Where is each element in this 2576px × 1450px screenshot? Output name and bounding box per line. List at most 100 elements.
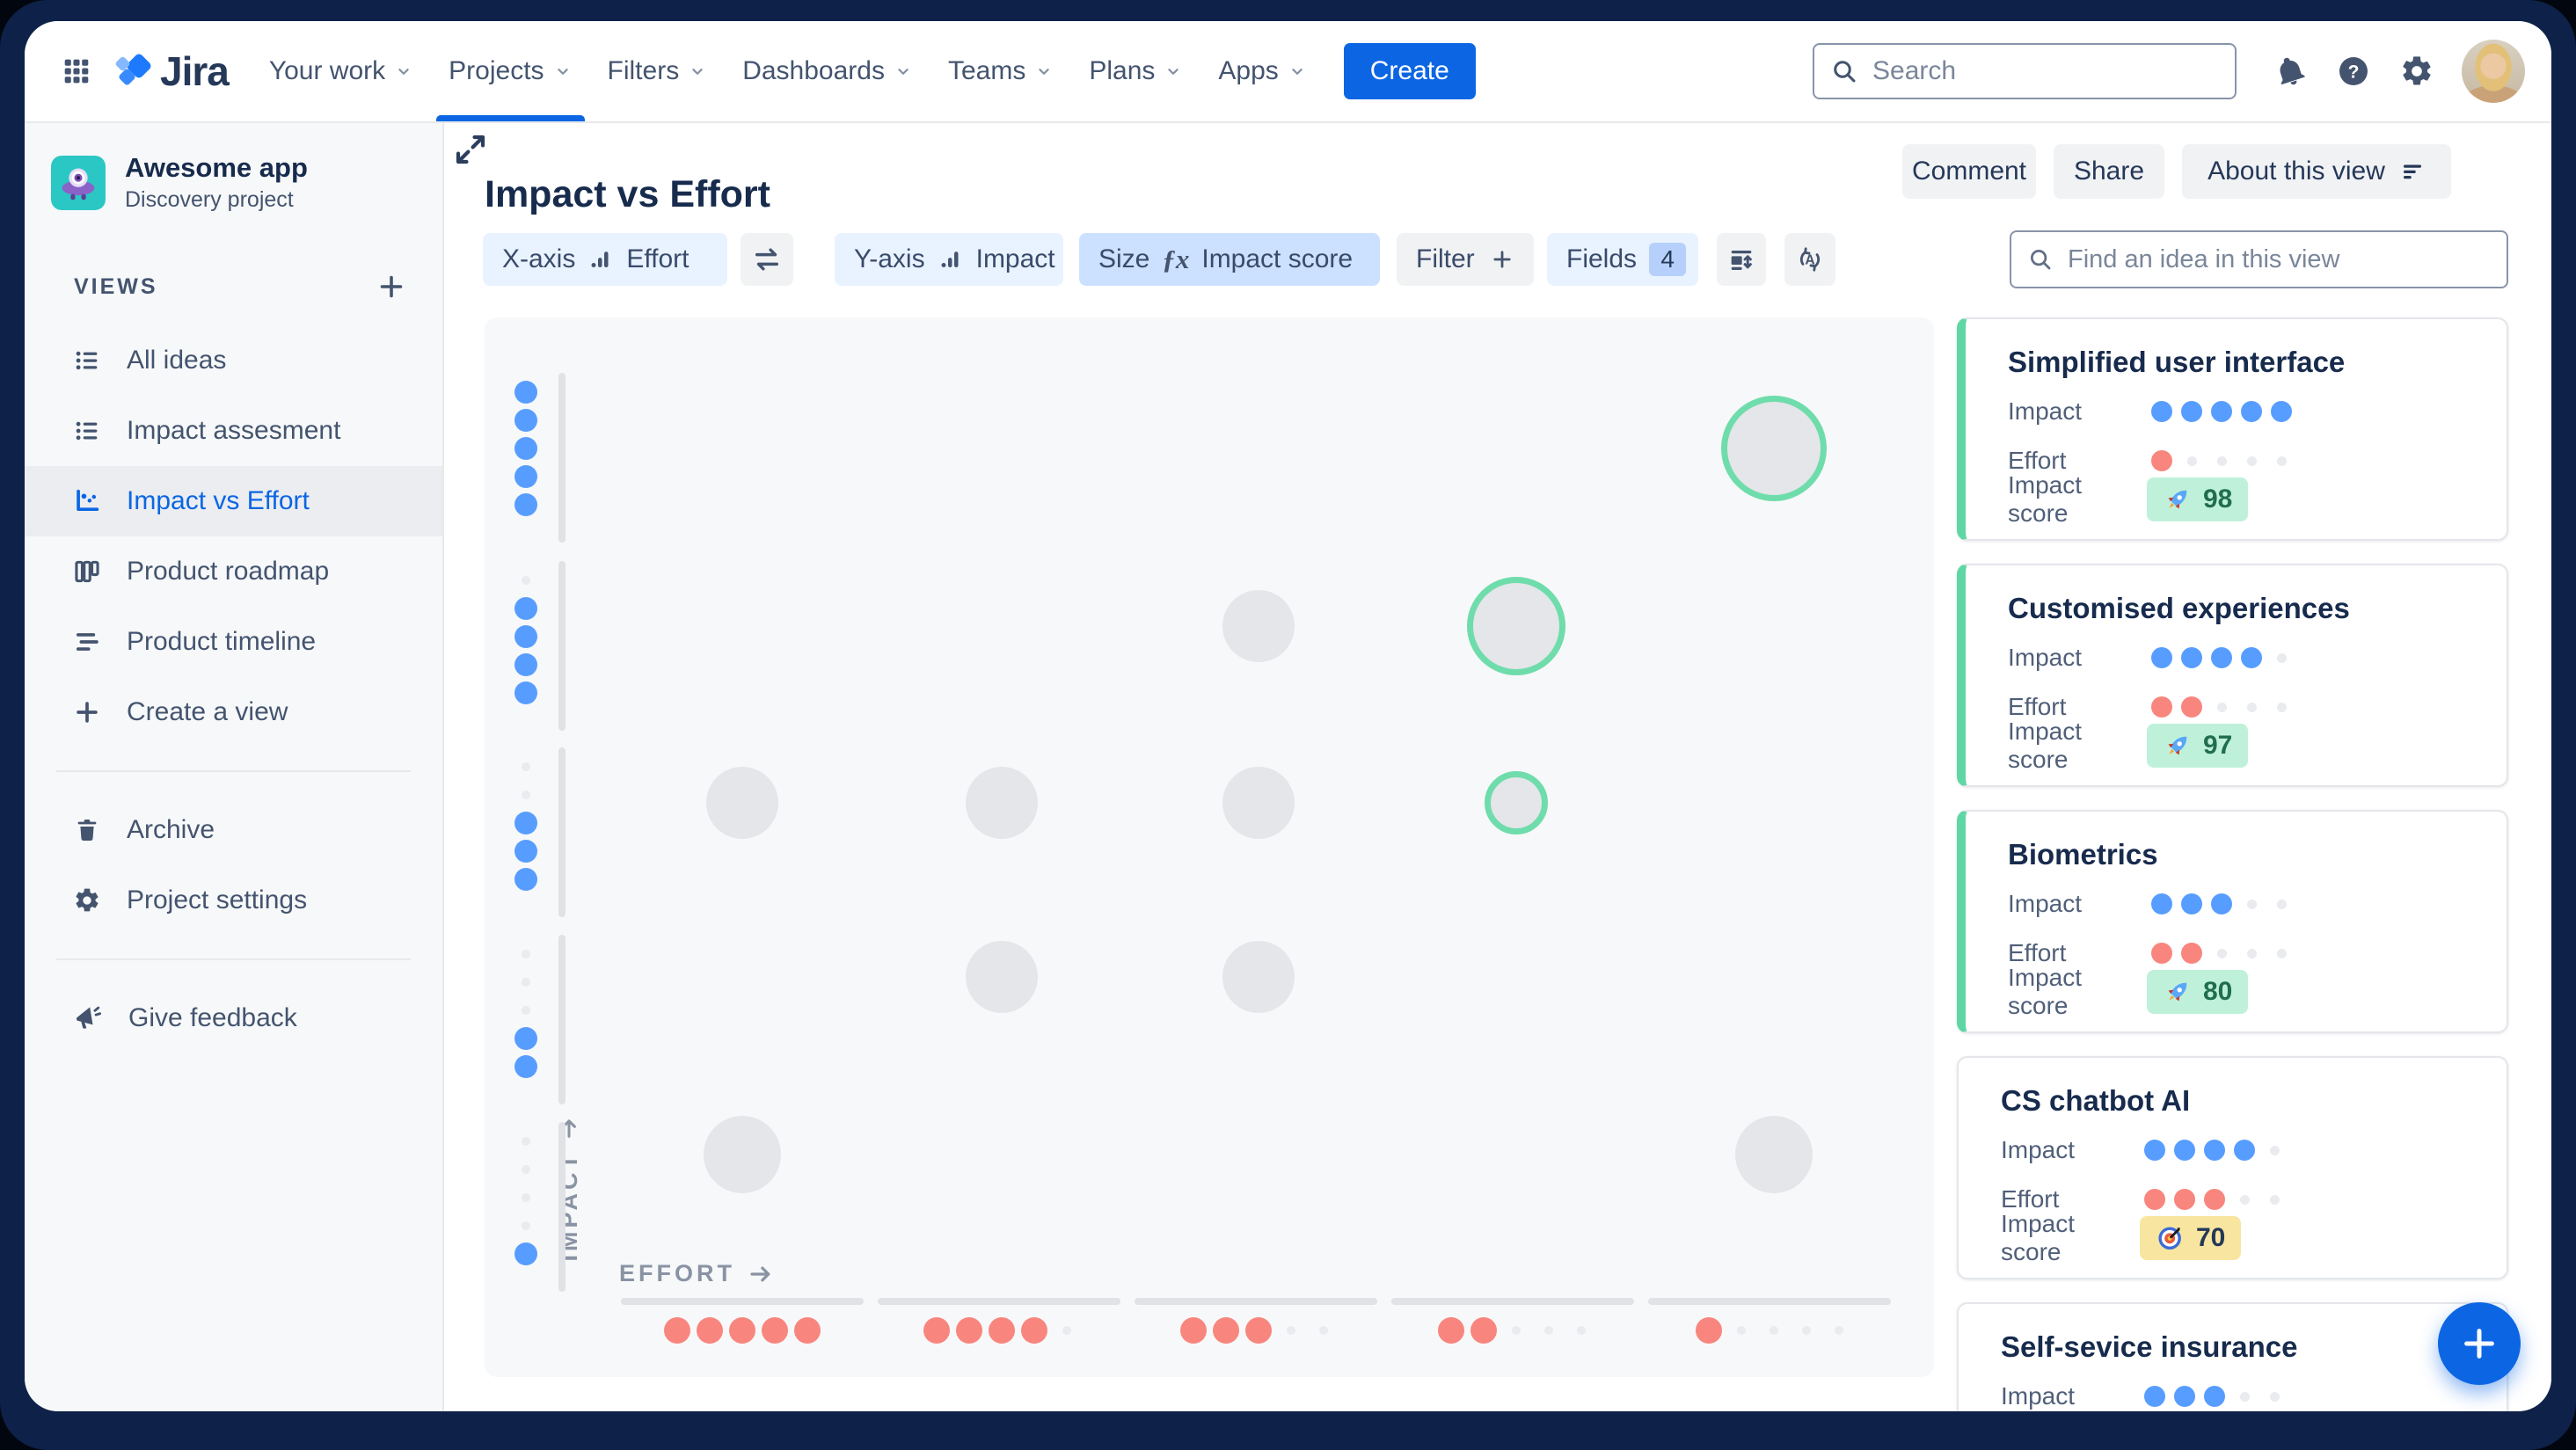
nav-item-your-work[interactable]: Your work (252, 21, 431, 121)
app-window: Jira Your work Projects Filters Dashboards T… (25, 21, 2551, 1411)
sidebar-item-create-a-view[interactable]: Create a view (25, 677, 442, 747)
nav-item-projects[interactable]: Projects (431, 21, 589, 121)
rating-dot (2237, 892, 2266, 916)
rating-dot-filled (2151, 647, 2172, 668)
y-axis-chip[interactable]: Y-axis Impact (835, 233, 1063, 286)
swap-axes-icon[interactable] (741, 233, 793, 286)
idea-bubble[interactable] (966, 941, 1038, 1013)
effort-axis-segment (878, 1298, 1120, 1305)
card-field-label: Impact (2008, 397, 2083, 425)
nav-item-label: Teams (947, 56, 1026, 85)
rating-dot (2170, 1187, 2200, 1212)
sidebar-item-project-settings[interactable]: Project settings (25, 865, 442, 936)
add-idea-fab[interactable] (2438, 1302, 2521, 1385)
help-icon[interactable]: ? (2328, 46, 2379, 97)
chevron-down-icon (1034, 62, 1054, 81)
nav-item-teams[interactable]: Teams (930, 21, 1071, 121)
nav-item-plans[interactable]: Plans (1071, 21, 1200, 121)
sidebar-item-archive[interactable]: Archive (25, 795, 442, 865)
rating-dot-empty (2246, 702, 2257, 712)
effort-axis-dot-empty (1577, 1326, 1586, 1335)
nav-item-filters[interactable]: Filters (590, 21, 726, 121)
sidebar-item-impact-assesment[interactable]: Impact assesment (25, 396, 442, 466)
megaphone-icon (70, 1002, 106, 1034)
settings-gear-icon[interactable] (2391, 46, 2442, 97)
card-impact-row: Impact (2001, 1135, 2289, 1165)
sidebar-item-label: Impact vs Effort (127, 486, 310, 515)
rating-dot (2177, 695, 2207, 719)
user-avatar[interactable] (2462, 40, 2525, 103)
idea-card[interactable]: Biometrics Impact Effort Impact score 80 (1957, 810, 2508, 1033)
rating-dot-empty (2246, 948, 2257, 958)
sidebar-item-give-feedback[interactable]: Give feedback (25, 983, 442, 1053)
find-idea-search[interactable] (2010, 230, 2508, 288)
idea-bubble[interactable] (1222, 590, 1295, 662)
rating-dot (2237, 399, 2266, 424)
rating-dot-filled (2151, 450, 2172, 471)
row-height-icon[interactable] (1717, 233, 1766, 286)
rating-dot (2207, 645, 2237, 670)
plus-icon (2459, 1323, 2499, 1364)
list-icon (70, 346, 104, 375)
rating-dot (2207, 399, 2237, 424)
idea-card[interactable]: Self-sevice insurance Impact (1957, 1302, 2508, 1411)
comment-button[interactable]: Comment (1902, 144, 2036, 199)
sidebar-item-product-roadmap[interactable]: Product roadmap (25, 536, 442, 607)
sidebar-item-impact-vs-effort[interactable]: Impact vs Effort (25, 466, 442, 536)
global-search-input[interactable] (1871, 55, 2219, 87)
impact-axis-dot (514, 381, 537, 404)
app-switcher-icon[interactable] (51, 46, 102, 97)
rating-dot (2229, 1138, 2259, 1162)
rating-dot (2237, 645, 2266, 670)
expand-view-icon[interactable] (444, 123, 497, 176)
nav-item-apps[interactable]: Apps (1200, 21, 1324, 121)
rating-dot (2177, 645, 2207, 670)
idea-card[interactable]: Simplified user interface Impact Effort Imp… (1957, 317, 2508, 541)
nav-item-dashboards[interactable]: Dashboards (725, 21, 930, 121)
sidebar-item-label: All ideas (127, 346, 227, 375)
impact-axis-dot (514, 1242, 537, 1265)
idea-card[interactable]: Customised experiences Impact Effort Impact… (1957, 564, 2508, 787)
about-this-view-button[interactable]: About this view (2182, 144, 2451, 199)
project-header[interactable]: Awesome app Discovery project (51, 152, 416, 213)
rating-dot-filled (2151, 893, 2172, 914)
x-axis-chip-value: Effort (626, 244, 690, 273)
global-search[interactable] (1813, 43, 2237, 99)
create-button[interactable]: Create (1343, 43, 1476, 99)
effort-axis-dot (762, 1317, 788, 1344)
rating-dot-filled (2271, 401, 2292, 422)
sidebar-item-all-ideas[interactable]: All ideas (25, 325, 442, 396)
sidebar-item-product-timeline[interactable]: Product timeline (25, 607, 442, 677)
idea-card[interactable]: CS chatbot AI Impact Effort Impact score 70 (1957, 1056, 2508, 1279)
fields-chip[interactable]: Fields 4 (1547, 233, 1698, 286)
idea-bubble[interactable] (1735, 1116, 1813, 1193)
idea-card-title: Self-sevice insurance (2001, 1330, 2298, 1363)
idea-bubble[interactable] (1222, 941, 1295, 1013)
size-chip[interactable]: Size ƒx Impact score (1079, 233, 1380, 286)
idea-bubble[interactable] (704, 1116, 781, 1193)
idea-bubble[interactable] (706, 767, 778, 839)
find-idea-input[interactable] (2066, 244, 2491, 275)
idea-bubble[interactable] (1222, 767, 1295, 839)
idea-bubble[interactable] (1467, 577, 1565, 675)
idea-bubble[interactable] (966, 767, 1038, 839)
nav-left: Jira Your work Projects Filters Dashboards T… (51, 21, 1476, 121)
filter-chip[interactable]: Filter (1397, 233, 1534, 286)
arrow-right-icon (750, 1266, 770, 1281)
rating-dot (2259, 1138, 2289, 1162)
jira-logo[interactable]: Jira (111, 47, 230, 95)
x-axis-chip[interactable]: X-axis Effort (483, 233, 727, 286)
add-view-plus-icon[interactable] (372, 267, 411, 306)
scatter-icon (70, 486, 104, 516)
chevron-down-icon (1164, 62, 1183, 81)
share-button[interactable]: Share (2054, 144, 2164, 199)
sort-alphabetical-icon[interactable]: A (1784, 233, 1835, 286)
notifications-bell-icon[interactable] (2265, 46, 2316, 97)
rating-dot (2266, 448, 2296, 473)
rating-dot (2266, 695, 2296, 719)
rating-dot (2266, 892, 2296, 916)
idea-bubble[interactable] (1485, 771, 1548, 834)
rating-dot (2170, 1138, 2200, 1162)
sidebar: Awesome app Discovery project VIEWS All … (25, 123, 444, 1411)
idea-bubble[interactable] (1721, 396, 1827, 501)
